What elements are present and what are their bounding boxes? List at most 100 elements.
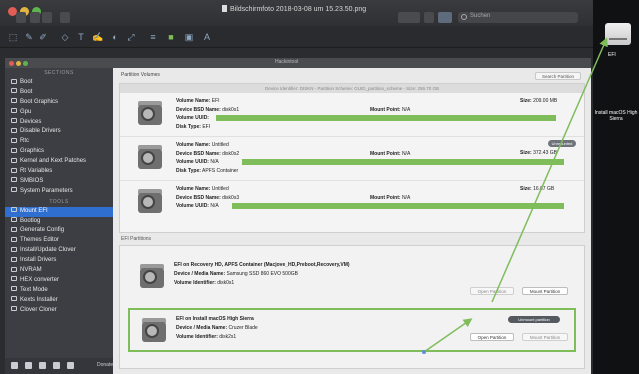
text-tool-icon[interactable]: T — [76, 32, 86, 42]
unmount-partition-button[interactable]: Unmount partition — [508, 316, 560, 323]
sketch-tool-icon[interactable]: ✐ — [38, 32, 48, 42]
hard-disk-icon — [138, 189, 162, 215]
sidebar-section-header: SECTIONS — [44, 70, 74, 76]
sidebar-item-graphics[interactable]: Graphics — [5, 147, 113, 157]
sidebar-item-rt-variables[interactable]: Rt Variables — [5, 167, 113, 177]
shape-style-icon[interactable]: ≡ — [148, 32, 158, 42]
sidebar-item-boot[interactable]: Boot — [5, 78, 113, 88]
search-input[interactable]: Suchen — [458, 12, 578, 23]
sidebar-item-bootlog[interactable]: Bootlog — [5, 217, 113, 227]
sidebar-item-kexts-installer[interactable]: Kexts Installer — [5, 296, 113, 306]
resize-icon[interactable]: ⤢ — [126, 32, 136, 42]
sidebar-item-generate-config[interactable]: Generate Config — [5, 226, 113, 236]
uuid-redaction-bar — [216, 115, 556, 121]
document-title-text: Bildschirmfoto 2018-03-08 um 15.23.50.pn… — [230, 6, 367, 13]
sidebar-item-boot-2[interactable]: Boot — [5, 88, 113, 98]
sidebar-item-label: Clover Cloner — [20, 306, 57, 313]
sidebar-item-system-parameters[interactable]: System Parameters — [5, 187, 113, 197]
installer-drive-label[interactable]: Install macOS High Sierra — [594, 110, 638, 122]
sidebar-item-clover-cloner[interactable]: Clover Cloner — [5, 306, 113, 316]
adjust-color-icon[interactable]: ◐ — [110, 32, 120, 42]
mount-partition-button[interactable]: Mount Partition — [522, 287, 568, 295]
rtc-icon — [11, 137, 17, 143]
sidebar-item-install-drivers[interactable]: Install Drivers — [5, 256, 113, 266]
app-maximize-button[interactable] — [23, 61, 28, 66]
rotate-button[interactable] — [424, 12, 434, 23]
volume-size: Size: 16.07 GB — [520, 186, 555, 192]
sidebar-item-kernel-kext-patches[interactable]: Kernel and Kext Patches — [5, 157, 113, 167]
sidebar-item-themes-editor[interactable]: Themes Editor — [5, 236, 113, 246]
sidebar-item-label: Gpu — [20, 108, 32, 115]
select-tool-icon[interactable]: ⬚ — [8, 32, 18, 42]
volumes-header: Device Identifier: DISKN - Partition Sch… — [120, 84, 584, 93]
sidebar-tools-header: TOOLS — [49, 198, 69, 205]
volume-row-third[interactable]: Volume Name: Untitled Size: 16.07 GB Dev… — [120, 181, 584, 225]
mount-point: Mount Point: N/A — [370, 195, 411, 201]
fill-color-icon[interactable]: ▣ — [184, 32, 194, 42]
themes-icon — [11, 236, 17, 242]
share-icon[interactable] — [53, 362, 60, 369]
home-icon[interactable] — [11, 362, 18, 369]
text-icon — [11, 286, 17, 292]
clover-icon — [11, 246, 17, 252]
efi-partition-row-installer[interactable]: Unmount partition EFI on Install macOS H… — [128, 308, 576, 352]
sidebar-item-nvram[interactable]: NVRAM — [5, 266, 113, 276]
gpu-icon — [11, 108, 17, 114]
hex-icon — [11, 276, 17, 282]
sidebar-item-hex-converter[interactable]: HEX converter — [5, 276, 113, 286]
sidebar-item-smbios[interactable]: SMBIOS — [5, 177, 113, 187]
mount-point: Mount Point: N/A — [370, 151, 411, 157]
drivers-icon — [11, 256, 17, 262]
lasso-tool-icon[interactable]: ✎ — [24, 32, 34, 42]
text-style-icon[interactable]: A — [202, 32, 212, 42]
volume-name: Volume Name: EFI — [176, 98, 220, 104]
sidebar-item-label: HEX converter — [20, 276, 60, 283]
sign-tool-icon[interactable]: ✍ — [92, 32, 103, 42]
sidebar-toggle-button[interactable] — [16, 12, 26, 23]
sidebar-item-text-mode[interactable]: Text Mode — [5, 286, 113, 296]
app-minimize-button[interactable] — [16, 61, 21, 66]
search-partition-button[interactable]: Search Partition — [535, 72, 581, 80]
volume-row-efi[interactable]: Volume Name: EFI Size: 209.00 MB Device … — [120, 93, 584, 137]
sidebar-item-mount-efi[interactable]: Mount EFI — [5, 206, 113, 217]
sidebar-item-label: Kexts Installer — [20, 296, 58, 303]
app-close-button[interactable] — [9, 61, 14, 66]
device-bsd-name: Device BSD Name: disk0s2 — [176, 151, 240, 157]
cloner-icon — [11, 306, 17, 312]
refresh-icon[interactable] — [25, 362, 32, 369]
efi-partitions-panel: EFI on Recovery HD, APFS Container (Macj… — [119, 245, 585, 369]
sidebar-item-label: Install/Update Clover — [20, 247, 76, 254]
border-color-icon[interactable]: ■ — [166, 32, 176, 42]
efi-drive-icon[interactable] — [603, 21, 633, 47]
sort-icon[interactable] — [67, 362, 74, 369]
share-button[interactable] — [60, 12, 70, 23]
screen: Bildschirmfoto 2018-03-08 um 15.23.50.pn… — [0, 0, 639, 374]
external-drive-icon — [605, 23, 631, 45]
boot-icon — [11, 78, 17, 84]
sidebar-item-install-clover[interactable]: Install/Update Clover — [5, 246, 113, 256]
highlight-button[interactable] — [438, 12, 452, 23]
zoom-in-button[interactable] — [42, 12, 52, 23]
sidebar-item-boot-graphics[interactable]: Boot Graphics — [5, 98, 113, 108]
hard-disk-icon — [138, 145, 162, 171]
partition-volumes-tab[interactable]: Partition Volumes — [121, 72, 160, 78]
mount-partition-button[interactable]: Mount Partition — [522, 333, 568, 341]
volume-row-apfs[interactable]: Unmounted Volume Name: Untitled Size: 37… — [120, 137, 584, 181]
open-partition-button[interactable]: Open Partition — [470, 333, 514, 341]
open-partition-button[interactable]: Open Partition — [470, 287, 514, 295]
hard-disk-icon — [138, 101, 162, 127]
shapes-tool-icon[interactable]: ◇ — [60, 32, 70, 42]
sidebar-item-devices[interactable]: Devices — [5, 118, 113, 128]
zoom-out-button[interactable] — [30, 12, 40, 23]
sidebar-item-disable-drivers[interactable]: Disable Drivers — [5, 127, 113, 137]
github-icon[interactable] — [39, 362, 46, 369]
markup-toggle-button[interactable] — [398, 12, 420, 23]
efi-partition-row-recovery[interactable]: EFI on Recovery HD, APFS Container (Macj… — [128, 256, 576, 300]
donate-button[interactable]: Donate — [97, 362, 113, 368]
sidebar-item-rtc[interactable]: Rtc — [5, 137, 113, 147]
devices-icon — [11, 118, 17, 124]
sidebar-item-gpu[interactable]: Gpu — [5, 108, 113, 118]
volume-size: Size: 372.43 GB — [520, 150, 557, 156]
sidebar-item-label: Install Drivers — [20, 257, 57, 264]
sidebar-footer: Donate — [5, 358, 113, 374]
